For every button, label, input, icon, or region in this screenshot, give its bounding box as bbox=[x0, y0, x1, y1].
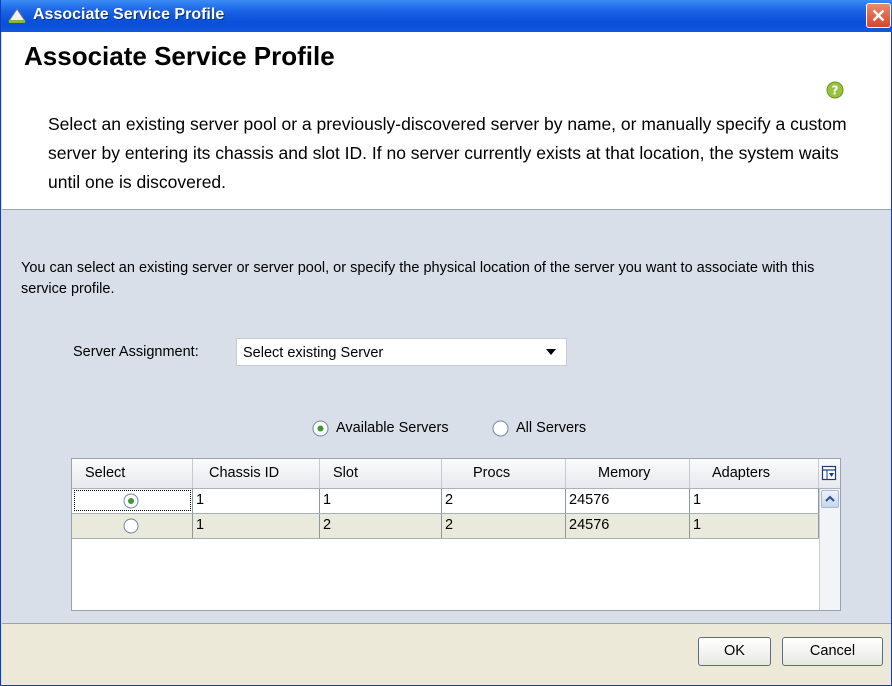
body-panel: You can select an existing server or ser… bbox=[2, 210, 891, 623]
server-assignment-select[interactable]: Select existing Server bbox=[236, 338, 567, 366]
app-icon bbox=[8, 8, 26, 24]
column-header-memory[interactable]: Memory bbox=[566, 459, 690, 488]
page-title: Associate Service Profile bbox=[24, 41, 335, 71]
cell-adapters: 1 bbox=[690, 514, 819, 538]
close-icon bbox=[872, 9, 885, 22]
cell-adapters: 1 bbox=[690, 489, 819, 513]
cell-memory: 24576 bbox=[566, 489, 690, 513]
radio-unchecked-icon[interactable] bbox=[492, 420, 509, 437]
chevron-up-icon bbox=[825, 495, 835, 502]
table-row[interactable]: 1 2 2 24576 1 bbox=[72, 514, 819, 539]
cancel-button[interactable]: Cancel bbox=[782, 637, 883, 666]
ok-button[interactable]: OK bbox=[698, 637, 771, 666]
scroll-up-button[interactable] bbox=[821, 490, 839, 508]
column-header-procs[interactable]: Procs bbox=[442, 459, 566, 488]
window-title: Associate Service Profile bbox=[33, 6, 225, 23]
radio-unchecked-icon[interactable] bbox=[123, 518, 139, 534]
cell-chassis-id: 1 bbox=[193, 514, 320, 538]
cell-procs: 2 bbox=[442, 514, 566, 538]
servers-table: Select Chassis ID Slot Procs Memory Adap… bbox=[71, 458, 841, 611]
radio-checked-icon[interactable] bbox=[123, 493, 139, 509]
help-icon[interactable]: ? bbox=[826, 81, 844, 99]
row-select-cell[interactable] bbox=[72, 514, 193, 538]
cell-memory: 24576 bbox=[566, 514, 690, 538]
column-header-slot[interactable]: Slot bbox=[320, 459, 442, 488]
radio-available-servers-label: Available Servers bbox=[336, 420, 449, 436]
cell-procs: 2 bbox=[442, 489, 566, 513]
dialog-window: Associate Service Profile Associate Serv… bbox=[0, 0, 892, 686]
svg-text:?: ? bbox=[832, 84, 839, 98]
column-header-select[interactable]: Select bbox=[72, 459, 193, 488]
cell-slot: 2 bbox=[320, 514, 442, 538]
intro-text: You can select an existing server or ser… bbox=[21, 260, 815, 297]
dialog-footer: OK Cancel bbox=[2, 623, 891, 685]
column-header-adapters[interactable]: Adapters bbox=[690, 459, 819, 488]
page-description: Select an existing server pool or a prev… bbox=[48, 114, 847, 192]
server-assignment-label: Server Assignment: bbox=[73, 344, 199, 360]
column-header-chassis-id[interactable]: Chassis ID bbox=[193, 459, 320, 488]
cell-chassis-id: 1 bbox=[193, 489, 320, 513]
row-select-cell[interactable] bbox=[72, 489, 193, 513]
table-row[interactable]: 1 1 2 24576 1 bbox=[72, 489, 819, 514]
radio-all-servers-label: All Servers bbox=[516, 420, 587, 436]
column-chooser-button[interactable] bbox=[819, 459, 840, 489]
title-bar[interactable]: Associate Service Profile bbox=[1, 0, 892, 32]
table-header: Select Chassis ID Slot Procs Memory Adap… bbox=[72, 459, 819, 489]
table-scrollbar[interactable] bbox=[819, 489, 840, 610]
cell-slot: 1 bbox=[320, 489, 442, 513]
radio-checked-icon[interactable] bbox=[312, 420, 329, 437]
server-assignment-value: Select existing Server bbox=[243, 345, 384, 361]
header-panel: Associate Service Profile ? Select an ex… bbox=[2, 32, 891, 209]
close-button[interactable] bbox=[866, 3, 891, 28]
column-chooser-icon bbox=[821, 465, 837, 481]
chevron-down-icon bbox=[546, 349, 556, 355]
